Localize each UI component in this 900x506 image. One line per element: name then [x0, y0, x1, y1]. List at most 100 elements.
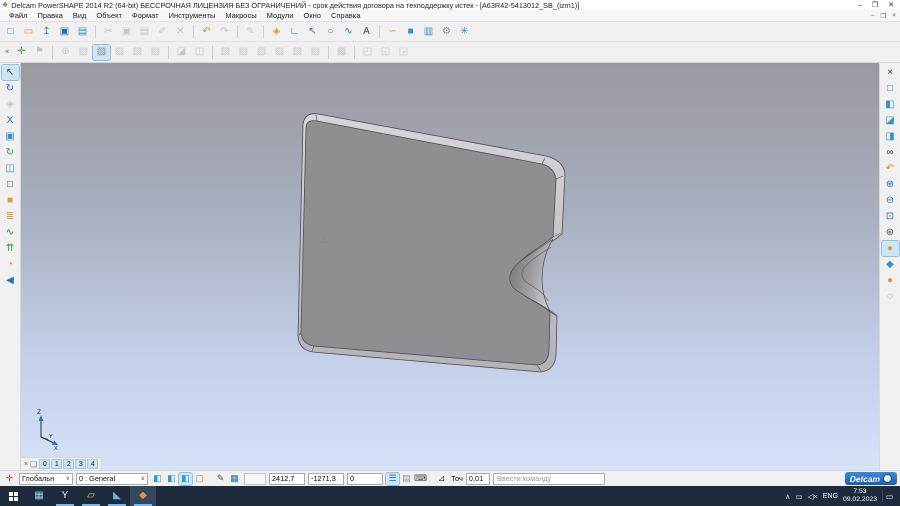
calculator-icon[interactable]: ▤: [400, 473, 413, 485]
direction-tool[interactable]: ⇈: [2, 241, 19, 256]
cut-button[interactable]: ✂: [100, 24, 117, 39]
compare-solids-tool[interactable]: ◫: [2, 161, 19, 176]
view-rotate-cube-button[interactable]: ◨: [882, 129, 899, 144]
zoom-box-button[interactable]: ⊡: [882, 209, 899, 224]
language-indicator[interactable]: ENG: [823, 493, 838, 500]
sketch-button[interactable]: ✎: [242, 24, 259, 39]
database-tool[interactable]: ≣: [2, 209, 19, 224]
zoom-full-button[interactable]: ⊕: [882, 177, 899, 192]
redo-button[interactable]: ↷: [216, 24, 233, 39]
solid-extrude-tool[interactable]: ▣: [2, 129, 19, 144]
dock-close-button[interactable]: ×: [2, 45, 12, 60]
keyboard-icon[interactable]: ⌨: [414, 473, 427, 485]
split-tool[interactable]: ◔: [2, 257, 19, 272]
measure-icon[interactable]: ⊿: [435, 473, 448, 485]
solid-boolean-button[interactable]: ▩: [333, 45, 350, 60]
solid-feature-6-button[interactable]: ◪: [173, 45, 190, 60]
assembly-button[interactable]: ⚙: [438, 24, 455, 39]
view-shaded-button[interactable]: ●: [882, 241, 899, 256]
solid-edit-3-button[interactable]: ◲: [395, 45, 412, 60]
command-input[interactable]: [493, 473, 605, 485]
view-globe-button[interactable]: ⊛: [882, 225, 899, 240]
action-center-icon[interactable]: ▭: [882, 490, 896, 502]
line-button[interactable]: ∟: [286, 24, 303, 39]
level-tab[interactable]: 4: [87, 459, 98, 469]
view-previous-button[interactable]: ↶: [882, 161, 899, 176]
select-tool[interactable]: ↖: [2, 65, 19, 80]
close-view-toolbar-button[interactable]: ×: [882, 65, 899, 80]
start-button[interactable]: [0, 486, 26, 506]
menu-item[interactable]: Объект: [91, 10, 127, 21]
volume-muted-icon[interactable]: ◁×: [808, 492, 818, 501]
coordinate-x-input[interactable]: [269, 473, 305, 485]
feature-button[interactable]: ▥: [420, 24, 437, 39]
network-icon[interactable]: ▭: [796, 492, 803, 501]
position-list-icon[interactable]: ☰: [386, 473, 399, 485]
material-button[interactable]: ●: [882, 273, 899, 288]
morph-tool[interactable]: ∿: [2, 225, 19, 240]
view-wireframe-button[interactable]: □: [882, 81, 899, 96]
level-tab[interactable]: 0: [39, 459, 50, 469]
grid-size-field[interactable]: [244, 473, 266, 485]
copy-button[interactable]: ▣: [118, 24, 135, 39]
solid-edit-1-button[interactable]: ◰: [359, 45, 376, 60]
grid-icon[interactable]: ▦: [228, 473, 241, 485]
workplane-tool-button[interactable]: ✛: [13, 45, 30, 60]
dynamic-view-tool[interactable]: ↻: [2, 81, 19, 96]
undo-button[interactable]: ↶: [198, 24, 215, 39]
flag-tool-button[interactable]: ⚑: [31, 45, 48, 60]
solid-feature-11-button[interactable]: ▨: [271, 45, 288, 60]
solid-edit-2-button[interactable]: ◱: [377, 45, 394, 60]
view-alarm-button[interactable]: ◆: [882, 257, 899, 272]
menu-item[interactable]: Макросы: [220, 10, 261, 21]
menu-item[interactable]: Формат: [127, 10, 164, 21]
tolerance-value[interactable]: 0,01: [466, 473, 490, 485]
solid-feature-9-button[interactable]: ▨: [235, 45, 252, 60]
wireframe-convert-tool[interactable]: X: [2, 113, 19, 128]
taskbar-file-explorer[interactable]: ▱: [78, 486, 104, 506]
paste-button[interactable]: ▤: [136, 24, 153, 39]
solid-feature-12-button[interactable]: ▧: [289, 45, 306, 60]
surface-button[interactable]: ∽: [384, 24, 401, 39]
surface-mode-tool[interactable]: ◈: [2, 97, 19, 112]
level-tab[interactable]: 3: [75, 459, 86, 469]
open-model-button[interactable]: ▭: [20, 24, 37, 39]
print-button[interactable]: ▤: [74, 24, 91, 39]
menu-item[interactable]: Окно: [299, 10, 326, 21]
taskbar-yandex-browser[interactable]: Y: [52, 486, 78, 506]
circle-button[interactable]: ○: [322, 24, 339, 39]
level-tab[interactable]: 1: [51, 459, 62, 469]
erase-button[interactable]: ✐: [154, 24, 171, 39]
menu-item[interactable]: Файл: [4, 10, 32, 21]
workplane-create-button[interactable]: ◈: [268, 24, 285, 39]
menu-item[interactable]: Вид: [68, 10, 92, 21]
workplane-indicator-icon[interactable]: ✛: [3, 473, 16, 485]
curve-button[interactable]: ∿: [340, 24, 357, 39]
coordinate-y-input[interactable]: [308, 473, 344, 485]
save-button[interactable]: ▣: [56, 24, 73, 39]
solid-feature-5-button[interactable]: ▨: [147, 45, 164, 60]
taskbar-app-vnc[interactable]: ◣: [104, 486, 130, 506]
levels-palette-icon[interactable]: ❏: [30, 460, 37, 469]
solid-add-feature-button[interactable]: ⊕: [57, 45, 74, 60]
taskbar-powershape[interactable]: ◆: [130, 486, 156, 506]
level-tab[interactable]: 2: [63, 459, 74, 469]
solid-feature-3-button[interactable]: ▨: [111, 45, 128, 60]
level-select[interactable]: 0 : General ∨: [76, 473, 148, 485]
menu-item[interactable]: Инструменты: [164, 10, 221, 21]
solid-feature-4-button[interactable]: ▧: [129, 45, 146, 60]
workplane-toggle-1-icon[interactable]: ◧: [151, 473, 164, 485]
viewport-3d[interactable]: Z Y X × ❏ 0 1 2 3 4: [21, 63, 879, 470]
taskbar-app-settings[interactable]: ▦: [26, 486, 52, 506]
workplane-select[interactable]: Глобальн ∨: [19, 473, 73, 485]
solid-feature-1-button[interactable]: ▧: [75, 45, 92, 60]
child-close-button[interactable]: ×: [892, 12, 896, 20]
workplane-toggle-3-icon[interactable]: ◧: [179, 473, 192, 485]
solid-feature-8-button[interactable]: ▧: [217, 45, 234, 60]
restore-button[interactable]: ❐: [872, 2, 878, 9]
menu-item[interactable]: Правка: [32, 10, 67, 21]
import-button[interactable]: ↥: [38, 24, 55, 39]
solid-feature-13-button[interactable]: ▨: [307, 45, 324, 60]
previous-panel-tool[interactable]: ◀: [2, 273, 19, 288]
wizard-button[interactable]: ✳: [456, 24, 473, 39]
